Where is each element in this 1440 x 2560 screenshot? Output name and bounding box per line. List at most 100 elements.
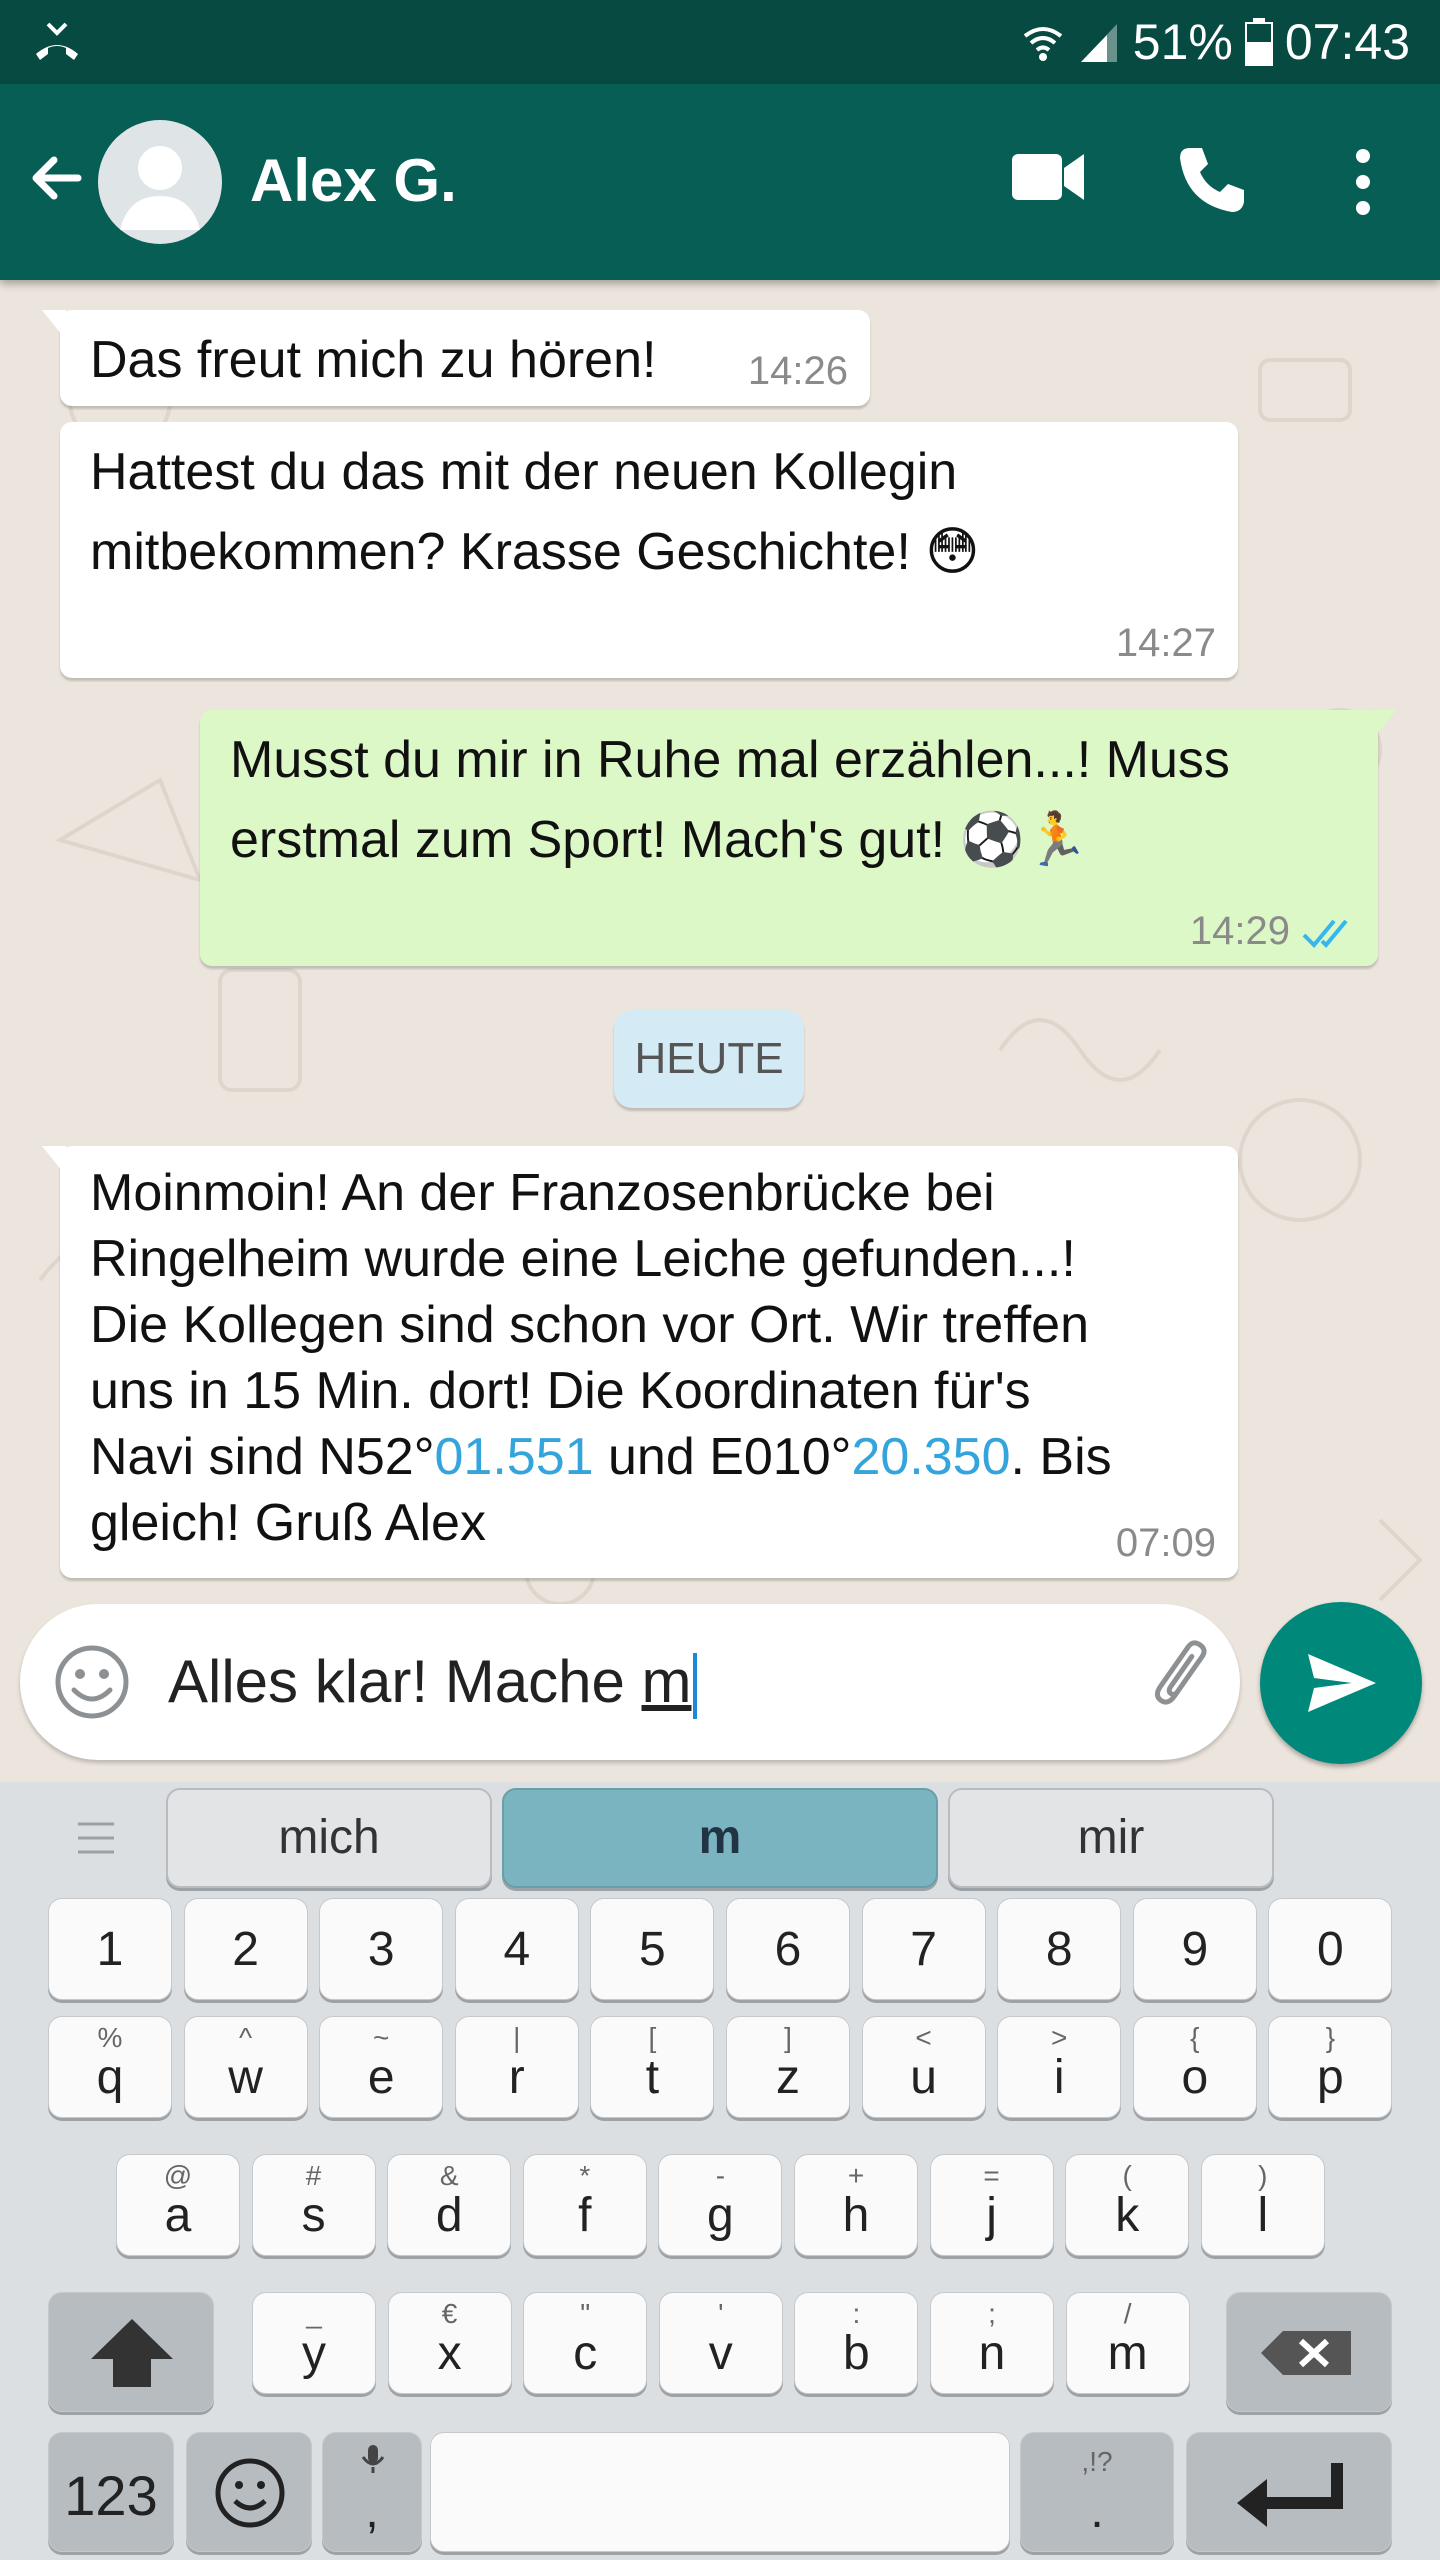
key-secondary-label: ( bbox=[1122, 2160, 1132, 2191]
phone-call-icon[interactable] bbox=[1176, 144, 1248, 216]
key-d[interactable]: & d bbox=[387, 2154, 512, 2256]
key-label: o bbox=[1181, 2051, 1209, 2104]
back-arrow-icon[interactable] bbox=[24, 146, 88, 210]
key-secondary-label: € bbox=[441, 2298, 458, 2329]
key-label: 5 bbox=[639, 1923, 666, 1976]
key-label: n bbox=[978, 2327, 1006, 2380]
key-4[interactable]: 4 bbox=[454, 1898, 579, 2000]
suggestion[interactable]: mir bbox=[948, 1788, 1274, 1888]
key-7[interactable]: 7 bbox=[861, 1898, 986, 2000]
emoji-key[interactable] bbox=[186, 2432, 312, 2552]
battery-icon bbox=[1244, 18, 1273, 66]
key-label: z bbox=[776, 2051, 800, 2104]
key-label: s bbox=[301, 2189, 326, 2242]
video-call-icon[interactable] bbox=[1010, 146, 1086, 208]
clock: 07:43 bbox=[1284, 14, 1410, 70]
comma-key[interactable]: , bbox=[322, 2432, 422, 2552]
key-p[interactable]: } p bbox=[1268, 2016, 1393, 2118]
space-key[interactable] bbox=[430, 2432, 1010, 2552]
incoming-message[interactable]: Das freut mich zu hören! 14:26 bbox=[42, 310, 870, 406]
key-6[interactable]: 6 bbox=[726, 1898, 850, 2000]
keyboard-menu-icon[interactable] bbox=[76, 1820, 116, 1856]
key-5[interactable]: 5 bbox=[590, 1898, 715, 2000]
key-v[interactable]: ' v bbox=[658, 2292, 783, 2394]
key-secondary-label: ; bbox=[988, 2298, 996, 2329]
key-f[interactable]: * f bbox=[522, 2154, 647, 2256]
message-text: Musst du mir in Ruhe mal erzählen...! Mu… bbox=[230, 731, 1230, 869]
wifi-icon bbox=[1023, 27, 1063, 61]
key-r[interactable]: | r bbox=[454, 2016, 579, 2118]
key-secondary-label: / bbox=[1123, 2298, 1132, 2329]
key-y[interactable]: _ y bbox=[252, 2292, 376, 2394]
key-9[interactable]: 9 bbox=[1132, 1898, 1257, 2000]
coordinate-link[interactable]: 20.350 bbox=[851, 1428, 1010, 1486]
key-q[interactable]: % q bbox=[48, 2016, 172, 2118]
key-h[interactable]: + h bbox=[794, 2154, 918, 2256]
more-options-icon[interactable] bbox=[1338, 144, 1388, 220]
key-label: w bbox=[228, 2051, 263, 2104]
outgoing-message[interactable]: Musst du mir in Ruhe mal erzählen...! Mu… bbox=[200, 710, 1396, 966]
key-u[interactable]: < u bbox=[861, 2016, 986, 2118]
missed-call-icon bbox=[36, 22, 78, 60]
message-input[interactable]: Alles klar! Mache m bbox=[168, 1642, 698, 1722]
avatar[interactable] bbox=[98, 120, 222, 244]
key-i[interactable]: > i bbox=[997, 2016, 1122, 2118]
key-label: 7 bbox=[910, 1923, 937, 1976]
message-composer[interactable]: Alles klar! Mache m bbox=[20, 1604, 1240, 1760]
attachment-icon[interactable] bbox=[1142, 1638, 1228, 1724]
key-secondary-label: % bbox=[97, 2022, 123, 2053]
coordinate-link[interactable]: 01.551 bbox=[435, 1428, 594, 1486]
incoming-message[interactable]: Moinmoin! An der Franzosenbrücke bei Rin… bbox=[42, 1146, 1238, 1578]
contact-name[interactable]: Alex G. bbox=[250, 146, 457, 215]
emoji-icon[interactable] bbox=[52, 1642, 132, 1722]
key-c[interactable]: " c bbox=[523, 2292, 648, 2394]
key-secondary-label: ] bbox=[784, 2022, 792, 2053]
battery-percent: 51% bbox=[1132, 14, 1233, 70]
key-label: g bbox=[707, 2189, 734, 2242]
key-g[interactable]: -g bbox=[658, 2154, 783, 2256]
message-text: Moinmoin! An der Franzosenbrücke bei Rin… bbox=[90, 1164, 1112, 1552]
key-k[interactable]: (k bbox=[1065, 2154, 1190, 2256]
chat-header: Alex G. bbox=[0, 84, 1440, 280]
key-n[interactable]: ; n bbox=[930, 2292, 1054, 2394]
key-x[interactable]: € x bbox=[387, 2292, 512, 2394]
key-2[interactable]: 2 bbox=[183, 1898, 308, 2000]
suggestion-selected[interactable]: m bbox=[502, 1788, 938, 1888]
read-receipt-icon bbox=[1302, 920, 1348, 949]
key-w[interactable]: ^ w bbox=[183, 2016, 308, 2118]
backspace-key[interactable] bbox=[1226, 2292, 1392, 2412]
key-label: a bbox=[164, 2189, 192, 2242]
smiley-icon bbox=[215, 2458, 285, 2528]
key-label: j bbox=[986, 2189, 997, 2242]
text-cursor bbox=[693, 1653, 698, 1720]
key-1[interactable]: 1 bbox=[48, 1898, 172, 2000]
key-label: i bbox=[1053, 2051, 1065, 2104]
key-0[interactable]: 0 bbox=[1268, 1898, 1393, 2000]
shift-key[interactable] bbox=[48, 2292, 214, 2412]
period-key[interactable]: ,!? . bbox=[1020, 2432, 1174, 2552]
key-a[interactable]: @ a bbox=[116, 2154, 240, 2256]
key-t[interactable]: [t bbox=[590, 2016, 715, 2118]
incoming-message[interactable]: Hattest du das mit der neuen Kollegin mi… bbox=[60, 422, 1238, 678]
key-8[interactable]: 8 bbox=[997, 1898, 1122, 2000]
send-button[interactable] bbox=[1260, 1602, 1422, 1764]
key-secondary-label: " bbox=[580, 2298, 591, 2329]
key-s[interactable]: # s bbox=[251, 2154, 376, 2256]
key-label: 0 bbox=[1317, 1923, 1344, 1976]
enter-key[interactable] bbox=[1186, 2432, 1392, 2552]
key-l[interactable]: ) l bbox=[1200, 2154, 1325, 2256]
key-m[interactable]: / m bbox=[1065, 2292, 1190, 2394]
key-z[interactable]: ] z bbox=[726, 2016, 850, 2118]
key-j[interactable]: = j bbox=[929, 2154, 1054, 2256]
message-list[interactable]: Das freut mich zu hören! 14:26 Hattest d… bbox=[0, 280, 1440, 1780]
numbers-key[interactable]: 123 bbox=[48, 2432, 174, 2552]
key-secondary-label: = bbox=[983, 2160, 1000, 2191]
default-avatar-icon bbox=[120, 146, 200, 230]
key-b[interactable]: :b bbox=[794, 2292, 919, 2394]
key-o[interactable]: {o bbox=[1132, 2016, 1257, 2118]
suggestion[interactable]: mich bbox=[166, 1788, 492, 1888]
key-e[interactable]: ~ e bbox=[319, 2016, 444, 2118]
key-secondary-label: _ bbox=[306, 2298, 322, 2329]
key-secondary-label: } bbox=[1325, 2022, 1336, 2053]
key-3[interactable]: 3 bbox=[319, 1898, 444, 2000]
